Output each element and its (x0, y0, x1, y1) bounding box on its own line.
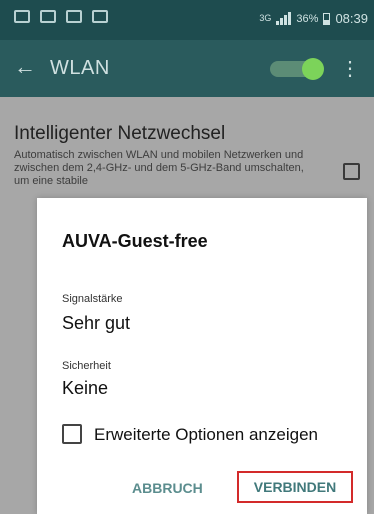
signal-icon (276, 12, 292, 25)
notification-icons (14, 10, 108, 23)
wifi-toggle[interactable] (270, 58, 324, 80)
signal-strength-label: Signalstärke (62, 293, 123, 305)
cancel-button[interactable]: ABBRUCH (132, 480, 203, 496)
status-bar: 3G 36% 08:39 (0, 0, 374, 40)
signal-strength-value: Sehr gut (62, 313, 131, 333)
status-indicators: 3G 36% 08:39 (259, 11, 368, 26)
network-type: 3G (259, 13, 272, 23)
app-toolbar: ← WLAN ⋮ (0, 40, 374, 97)
advanced-options-label[interactable]: Erweiterte Optionen anzeigen (94, 425, 318, 445)
notification-icon (14, 10, 30, 23)
more-options-icon[interactable]: ⋮ (340, 56, 360, 81)
smart-network-switch-title: Intelligenter Netzwechsel (14, 123, 226, 144)
security-label: Sicherheit (62, 360, 111, 372)
mail-icon (92, 10, 108, 23)
mail-icon (66, 10, 82, 23)
connect-button[interactable]: VERBINDEN (237, 471, 353, 503)
smart-network-switch-desc: Automatisch zwischen WLAN und mobilen Ne… (14, 149, 304, 187)
back-arrow-icon[interactable]: ← (14, 54, 36, 80)
security-value: Keine (62, 378, 109, 398)
toggle-knob (302, 58, 324, 80)
wifi-connect-dialog: AUVA-Guest-free Signalstärke Sehr gut Si… (37, 198, 367, 514)
image-icon (40, 10, 56, 23)
advanced-options-checkbox[interactable] (62, 424, 82, 444)
smart-network-switch-checkbox[interactable] (343, 163, 360, 180)
battery-percent: 36% (296, 12, 319, 25)
battery-icon (323, 12, 331, 25)
dialog-title: AUVA-Guest-free (62, 231, 208, 251)
page-title: WLAN (50, 57, 110, 79)
clock: 08:39 (335, 11, 368, 26)
